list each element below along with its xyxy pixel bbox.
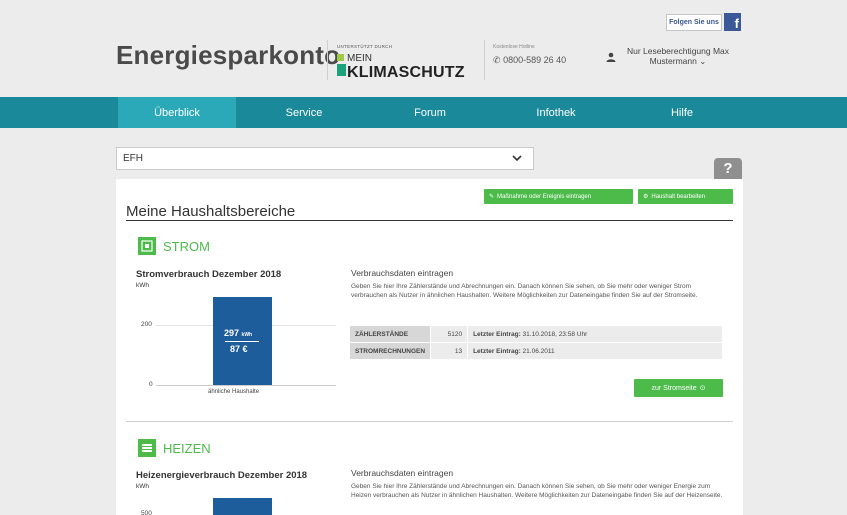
arrow-circle-icon: ⊙ (699, 385, 706, 392)
bar-kwh-label: 297 kWh (224, 328, 252, 338)
table-row[interactable]: ZÄHLERSTÄNDE 5120 Letzter Eintrag: 31.10… (348, 325, 723, 343)
nav-item-ueberblick[interactable]: Überblick (118, 97, 236, 128)
user-icon (606, 52, 616, 62)
facebook-icon[interactable]: f (724, 13, 741, 31)
supported-by-label: UNTERSTÜTZT DURCH (337, 44, 393, 49)
last-entry-value: 21.06.2011 (522, 347, 555, 355)
user-name: Nur Leseberechtigung Max Mustermann (626, 46, 730, 66)
edit-household-button[interactable]: ⚙ Haushalt bearbeiten (638, 189, 733, 204)
nav-item-infothek[interactable]: Infothek (497, 97, 615, 128)
divider (484, 40, 485, 80)
y-tick-500: 500 (141, 510, 152, 515)
household-select[interactable]: EFH (116, 147, 534, 170)
chart-title: Stromverbrauch Dezember 2018 (136, 269, 282, 280)
divider (327, 40, 328, 80)
section-title-heizen[interactable]: HEIZEN (163, 441, 211, 456)
logo-square-icon (337, 64, 346, 76)
data-summary-table: ZÄHLERSTÄNDE 5120 Letzter Eintrag: 31.10… (348, 325, 723, 360)
add-measure-button[interactable]: ✎ Maßnahme oder Ereignis eintragen (484, 189, 633, 204)
household-areas-card: ✎ Maßnahme oder Ereignis eintragen ⚙ Hau… (116, 179, 743, 515)
x-axis (156, 385, 336, 386)
help-button[interactable]: ? (714, 158, 742, 179)
site-header: Folgen Sie uns f Energiesparkonto UNTERS… (0, 0, 847, 97)
hotline-label: Kostenlose Hotline (493, 44, 535, 50)
chevron-down-icon (512, 155, 522, 162)
mein-klimaschutz-logo[interactable]: MEIN KLIMASCHUTZ (337, 52, 475, 82)
nav-item-forum[interactable]: Forum (371, 97, 489, 128)
follow-us-button[interactable]: Folgen Sie uns (666, 14, 722, 31)
enter-data-heading: Verbrauchsdaten eintragen (351, 268, 454, 278)
row-key: ZÄHLERSTÄNDE (348, 325, 432, 343)
enter-data-heading: Verbrauchsdaten eintragen (351, 468, 454, 478)
hotline-number[interactable]: ✆ 0800-589 26 40 (493, 55, 566, 66)
chart-unit: kWh (136, 282, 149, 289)
chart-title: Heizenergieverbrauch Dezember 2018 (136, 470, 308, 481)
last-entry-label: Letzter Eintrag: (473, 347, 521, 355)
chart-unit: kWh (136, 483, 149, 490)
edit-household-label: Haushalt bearbeiten (651, 193, 706, 200)
enter-data-text: Geben Sie hier Ihre Zählerstände und Abr… (351, 283, 698, 299)
chevron-down-icon: ⌄ (699, 55, 707, 66)
title-divider (126, 220, 733, 221)
household-select-value: EFH (123, 153, 143, 164)
phone-icon: ✆ (493, 55, 501, 65)
site-logo-text[interactable]: Energiesparkonto (116, 40, 340, 71)
bar-eur-label: 87 € (230, 344, 248, 354)
nav-item-hilfe[interactable]: Hilfe (623, 97, 741, 128)
section-title-strom[interactable]: STROM (163, 239, 210, 254)
x-category-label: ähnliche Haushalte (208, 389, 260, 395)
pencil-icon: ✎ (489, 194, 495, 200)
row-count: 13 (430, 342, 469, 360)
to-electricity-label: zur Stromseite (651, 384, 697, 392)
y-tick-0: 0 (149, 381, 153, 388)
to-electricity-page-button[interactable]: zur Stromseite ⊙ (634, 379, 723, 397)
hotline-number-text: 0800-589 26 40 (503, 55, 567, 65)
add-measure-label: Maßnahme oder Ereignis eintragen (497, 193, 592, 200)
row-count: 5120 (430, 325, 469, 343)
table-row[interactable]: STROMRECHNUNGEN 13 Letzter Eintrag: 21.0… (348, 342, 723, 360)
last-entry-value: 31.10.2018, 23:58 Uhr (522, 330, 588, 338)
bar-kwh-value: 297 (224, 328, 240, 338)
logo-square-icon (337, 54, 344, 61)
page-title: Meine Haushaltsbereiche (126, 203, 296, 220)
logo-klimaschutz-text: KLIMASCHUTZ (347, 64, 465, 81)
row-last-entry: Letzter Eintrag: 21.06.2011 (467, 342, 723, 360)
plug-icon (138, 237, 156, 255)
main-nav: Überblick Service Forum Infothek Hilfe (0, 97, 847, 128)
radiator-icon (138, 439, 156, 457)
consumption-bar[interactable] (213, 498, 272, 515)
user-menu[interactable]: Nur Leseberechtigung Max Mustermann ⌄ (622, 46, 734, 67)
section-divider (126, 421, 733, 422)
logo-mein-text: MEIN (347, 53, 372, 64)
row-last-entry: Letzter Eintrag: 31.10.2018, 23:58 Uhr (467, 325, 723, 343)
nav-item-service[interactable]: Service (245, 97, 363, 128)
bar-separator (225, 341, 259, 342)
y-tick-200: 200 (141, 321, 152, 328)
last-entry-label: Letzter Eintrag: (473, 330, 521, 338)
gear-icon: ⚙ (643, 194, 649, 200)
row-key: STROMRECHNUNGEN (348, 342, 432, 360)
bar-kwh-unit: kWh (241, 332, 253, 338)
enter-data-text: Geben Sie hier Ihre Zählerstände und Abr… (351, 483, 723, 499)
